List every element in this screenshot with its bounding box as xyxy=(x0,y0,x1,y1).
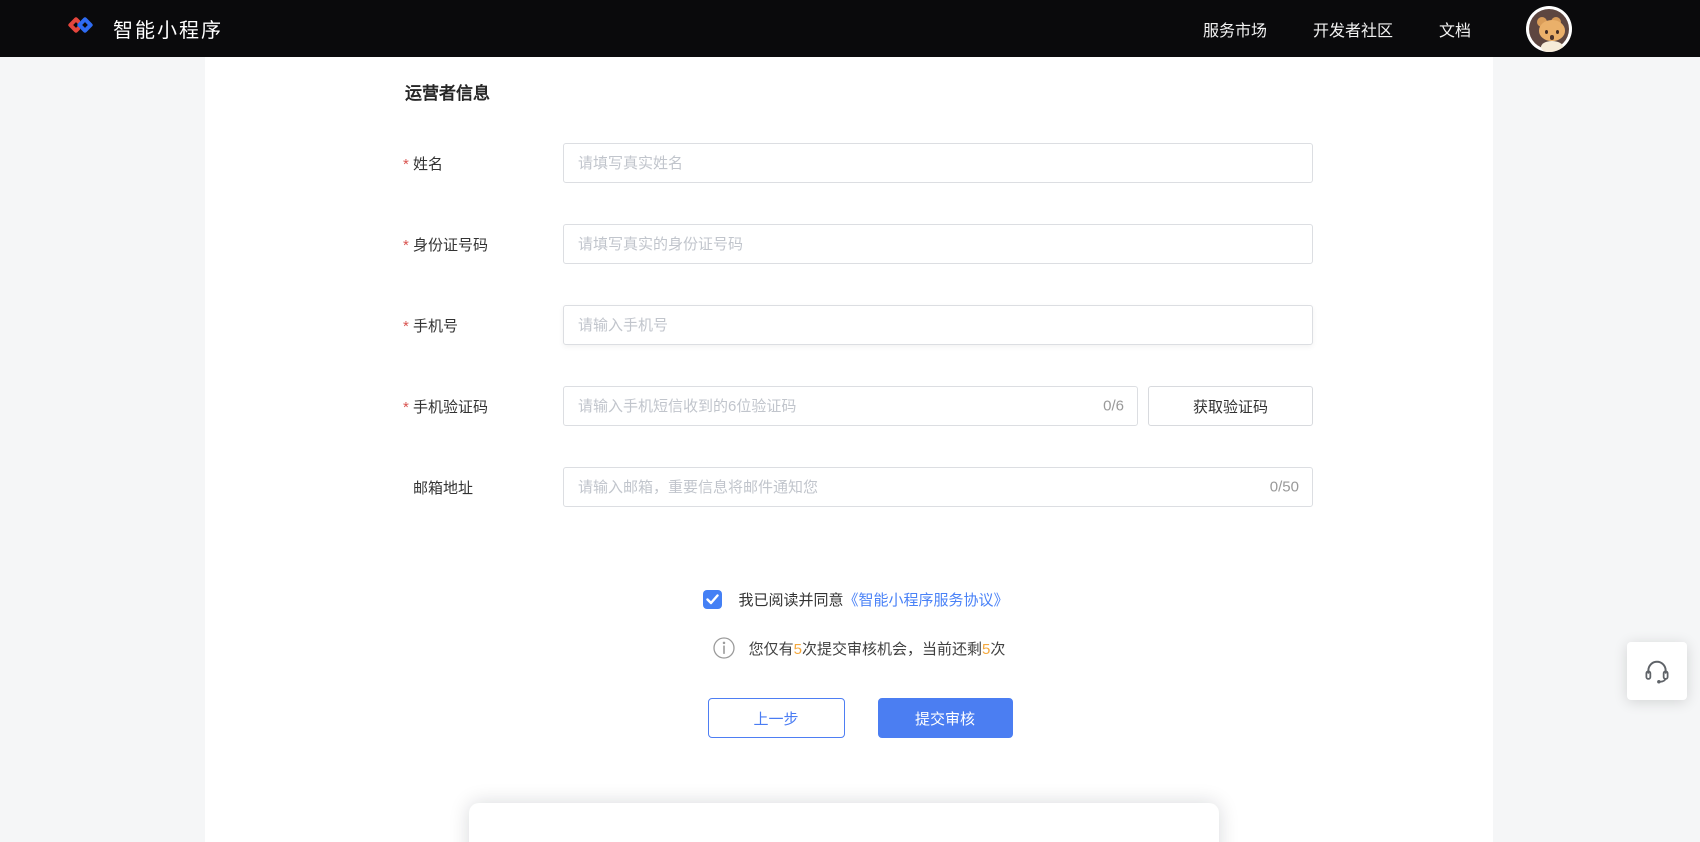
agreement-checkbox[interactable] xyxy=(703,590,722,609)
headset-icon xyxy=(1643,657,1671,685)
nav-link-docs[interactable]: 文档 xyxy=(1439,17,1471,41)
operator-info-card: 运营者信息 * 姓名 * 身份证号码 xyxy=(205,57,1493,842)
nav-link-service-market[interactable]: 服务市场 xyxy=(1203,17,1267,41)
operator-info-form: * 姓名 * 身份证号码 * xyxy=(205,143,1493,548)
service-agreement-link[interactable]: 《智能小程序服务协议》 xyxy=(844,589,1009,610)
top-navbar: 智能小程序 服务市场 开发者社区 文档 xyxy=(0,0,1700,57)
submit-review-button[interactable]: 提交审核 xyxy=(878,698,1013,738)
id-card-input[interactable] xyxy=(563,224,1313,264)
actions-row: 上一步 提交审核 xyxy=(216,698,1504,738)
field-label-sms-code: * 手机验证码 xyxy=(205,396,563,417)
remaining-attempts-total: 5 xyxy=(794,641,802,658)
nav-links: 服务市场 开发者社区 文档 xyxy=(1203,6,1572,52)
brand-logo[interactable]: 智能小程序 xyxy=(66,13,223,45)
field-row-sms-code: * 手机验证码 0/6 获取验证码 xyxy=(205,386,1493,426)
user-avatar[interactable] xyxy=(1526,6,1572,52)
get-sms-code-button[interactable]: 获取验证码 xyxy=(1148,386,1313,426)
phone-input[interactable] xyxy=(563,305,1313,345)
field-label-name: * 姓名 xyxy=(205,153,563,174)
next-section-card-top xyxy=(469,803,1219,842)
field-row-phone: * 手机号 xyxy=(205,305,1493,345)
info-icon xyxy=(713,637,735,659)
name-input[interactable] xyxy=(563,143,1313,183)
field-row-id-card: * 身份证号码 xyxy=(205,224,1493,264)
smart-program-logo-icon xyxy=(66,13,102,45)
sms-code-input[interactable] xyxy=(563,386,1138,426)
notice-text: 您仅有5次提交审核机会，当前还剩5次 xyxy=(749,638,1006,659)
previous-step-button[interactable]: 上一步 xyxy=(708,698,845,738)
avatar-lion-icon xyxy=(1529,9,1569,49)
agreement-row: 我已阅读并同意 《智能小程序服务协议》 xyxy=(212,589,1500,610)
field-label-phone: * 手机号 xyxy=(205,315,563,336)
field-row-email: * 邮箱地址 0/50 xyxy=(205,467,1493,507)
field-label-email: * 邮箱地址 xyxy=(205,477,563,498)
required-asterisk: * xyxy=(403,237,413,254)
nav-link-developer-community[interactable]: 开发者社区 xyxy=(1313,17,1393,41)
checkmark-icon xyxy=(706,594,719,605)
required-asterisk: * xyxy=(403,399,413,416)
page: 智能小程序 服务市场 开发者社区 文档 运营者信息 xyxy=(0,0,1700,842)
brand-title: 智能小程序 xyxy=(113,14,223,43)
required-asterisk: * xyxy=(403,156,413,173)
section-title: 运营者信息 xyxy=(405,79,490,104)
field-label-id-card: * 身份证号码 xyxy=(205,234,563,255)
field-row-name: * 姓名 xyxy=(205,143,1493,183)
agreement-text: 我已阅读并同意 xyxy=(738,589,843,610)
notice-row: 您仅有5次提交审核机会，当前还剩5次 xyxy=(215,637,1503,659)
email-input[interactable] xyxy=(563,467,1313,507)
customer-support-button[interactable] xyxy=(1627,642,1687,700)
required-asterisk: * xyxy=(403,318,413,335)
